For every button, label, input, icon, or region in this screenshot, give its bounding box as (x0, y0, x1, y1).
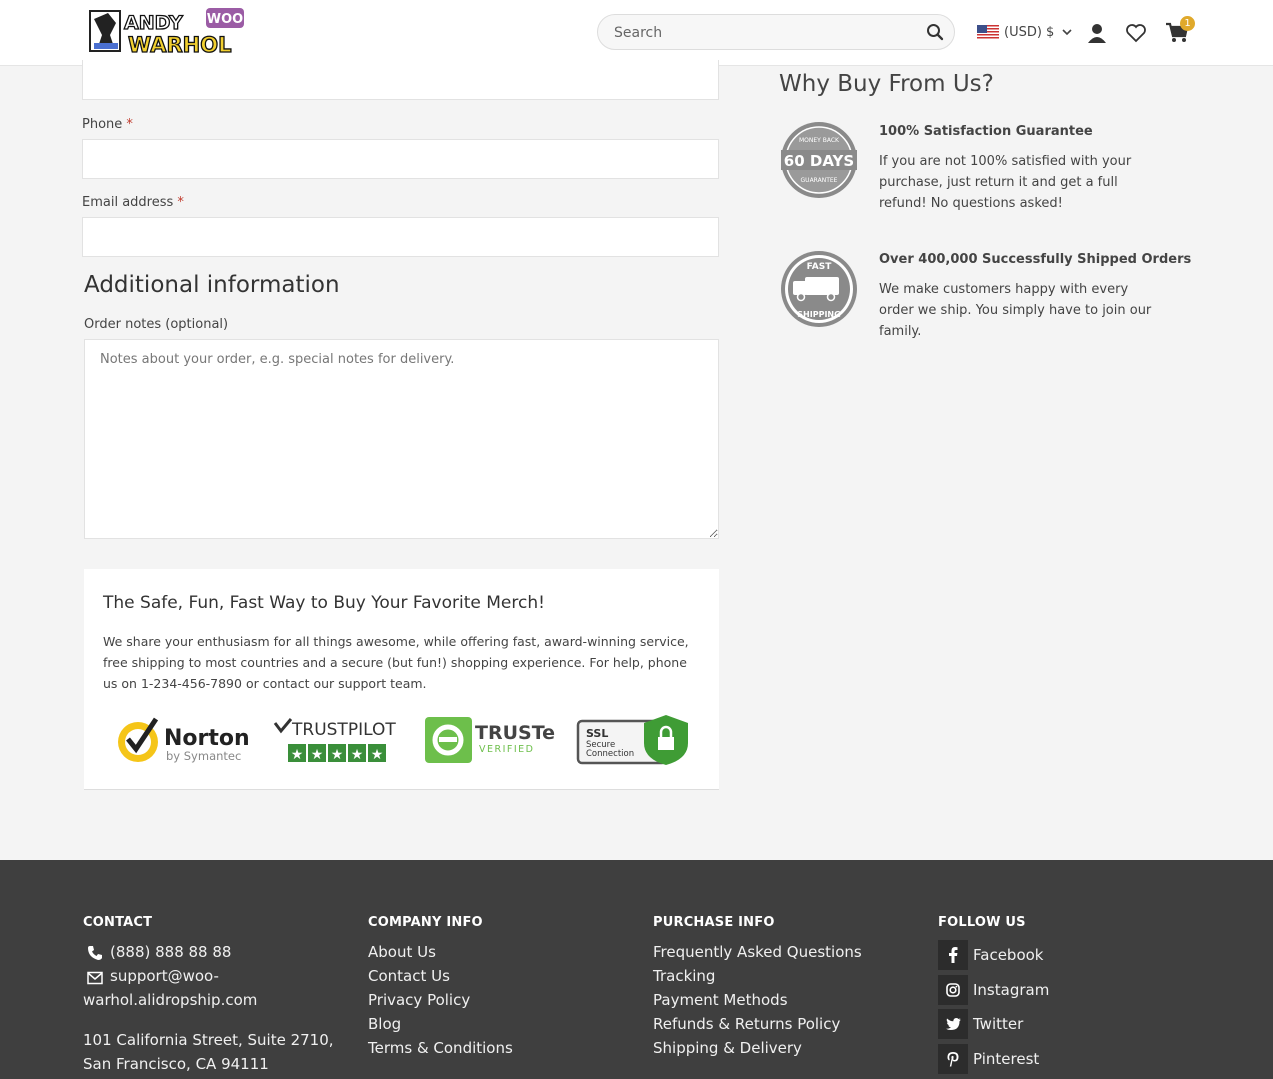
badge-bottom-text: GUARANTEE (801, 177, 838, 184)
phone-icon (87, 945, 103, 961)
truste-sub: VERIFIED (479, 744, 535, 755)
contact-phone: (888) 888 88 88 (110, 943, 232, 961)
ssl-line-1: SSL (586, 727, 608, 740)
svg-text:★: ★ (291, 747, 304, 763)
shipped-orders-text: We make customers happy with every order… (879, 282, 1152, 339)
money-back-badge-icon: MONEY BACK 60 DAYS GUARANTEE (779, 120, 859, 200)
fast-shipping-badge-icon: FAST SHIPPING (779, 249, 859, 329)
chevron-down-icon (1062, 29, 1072, 36)
truste-badge: TRUSTe VERIFIED (425, 715, 561, 765)
truste-name: TRUSTe (475, 722, 555, 744)
order-notes-textarea[interactable] (84, 339, 719, 539)
footer-link-shipping[interactable]: Shipping & Delivery (653, 1039, 802, 1057)
badge-top-text: FAST (807, 262, 833, 272)
footer-link-contact-us[interactable]: Contact Us (368, 967, 450, 985)
trust-box: The Safe, Fun, Fast Way to Buy Your Favo… (84, 569, 719, 790)
ssl-line-3: Connection (586, 749, 634, 759)
ssl-secure-badge: SSL Secure Connection (576, 713, 692, 767)
wishlist-heart-icon[interactable] (1125, 22, 1147, 44)
contact-address-line-1: 101 California Street, Suite 2710, (83, 1031, 334, 1049)
company-info-heading: COMPANY INFO (368, 915, 483, 930)
social-label: Instagram (973, 981, 1050, 999)
social-link-twitter[interactable]: Twitter (938, 1009, 1023, 1039)
phone-label: Phone * (82, 117, 133, 132)
previous-field-input[interactable] (82, 60, 719, 100)
envelope-icon (87, 970, 103, 985)
trustpilot-name: TRUSTPILOT (291, 720, 396, 740)
trustpilot-badge: TRUSTPILOT ★ ★ ★ ★ ★ (272, 717, 400, 765)
additional-information-heading: Additional information (84, 272, 340, 298)
shipped-orders-title: Over 400,000 Successfully Shipped Orders (879, 252, 1192, 267)
svg-text:★: ★ (351, 747, 364, 763)
user-account-icon[interactable] (1086, 22, 1108, 44)
search-input[interactable] (612, 24, 916, 42)
social-link-instagram[interactable]: Instagram (938, 975, 1049, 1005)
social-label: Pinterest (973, 1050, 1040, 1068)
svg-text:★: ★ (311, 747, 324, 763)
instagram-icon (938, 975, 968, 1005)
footer-link-refunds[interactable]: Refunds & Returns Policy (653, 1015, 840, 1033)
svg-text:WARHOL: WARHOL (128, 33, 231, 57)
order-notes-label: Order notes (optional) (84, 317, 229, 332)
guarantee-title: 100% Satisfaction Guarantee (879, 124, 1093, 139)
svg-text:★: ★ (331, 747, 344, 763)
social-link-pinterest[interactable]: Pinterest (938, 1044, 1039, 1074)
footer-link-terms[interactable]: Terms & Conditions (368, 1039, 513, 1057)
cart-count-badge: 1 (1180, 16, 1195, 31)
social-link-facebook[interactable]: Facebook (938, 940, 1043, 970)
us-flag-icon (977, 24, 999, 40)
site-header: ANDY WOO WARHOL (USD) $ 1 (0, 0, 1273, 66)
svg-text:★: ★ (371, 747, 384, 763)
badge-top-text: MONEY BACK (799, 137, 840, 144)
site-logo[interactable]: ANDY WOO WARHOL (88, 5, 248, 58)
footer-link-about-us[interactable]: About Us (368, 943, 436, 961)
email-label: Email address * (82, 195, 184, 210)
norton-sub: by Symantec (166, 749, 241, 763)
svg-text:ANDY: ANDY (124, 12, 183, 34)
svg-text:WOO: WOO (207, 12, 243, 27)
contact-email-line-2[interactable]: warhol.alidropship.com (83, 991, 257, 1009)
currency-label: (USD) $ (1004, 24, 1055, 40)
guarantee-text: If you are not 100% satisfied with your … (879, 154, 1132, 211)
norton-name: Norton (164, 726, 250, 751)
twitter-icon (938, 1009, 968, 1039)
purchase-info-heading: PURCHASE INFO (653, 915, 775, 930)
trust-title: The Safe, Fun, Fast Way to Buy Your Favo… (103, 593, 545, 613)
follow-us-heading: FOLLOW US (938, 915, 1026, 930)
norton-badge: Norton by Symantec (116, 715, 251, 767)
contact-heading: CONTACT (83, 915, 153, 930)
why-buy-heading: Why Buy From Us? (779, 71, 994, 97)
search-icon[interactable] (926, 23, 944, 41)
social-label: Facebook (973, 946, 1044, 964)
site-footer: CONTACT (888) 888 88 88 support@woo- war… (0, 860, 1273, 1079)
footer-link-privacy-policy[interactable]: Privacy Policy (368, 991, 470, 1009)
search-bar (597, 14, 955, 50)
facebook-icon (938, 940, 968, 970)
footer-link-tracking[interactable]: Tracking (653, 967, 715, 985)
currency-selector[interactable]: (USD) $ (977, 22, 1074, 42)
contact-address-line-2: San Francisco, CA 94111 (83, 1055, 269, 1073)
footer-link-faq[interactable]: Frequently Asked Questions (653, 943, 862, 961)
email-input[interactable] (82, 217, 719, 257)
phone-input[interactable] (82, 139, 719, 179)
trust-text: We share your enthusiasm for all things … (103, 634, 689, 691)
badge-bottom-text: SHIPPING (797, 310, 840, 319)
footer-link-payment-methods[interactable]: Payment Methods (653, 991, 788, 1009)
pinterest-icon (938, 1044, 968, 1074)
footer-link-blog[interactable]: Blog (368, 1015, 401, 1033)
social-label: Twitter (973, 1015, 1024, 1033)
contact-email-line-1[interactable]: support@woo- (110, 967, 219, 985)
badge-main-text: 60 DAYS (784, 152, 854, 170)
